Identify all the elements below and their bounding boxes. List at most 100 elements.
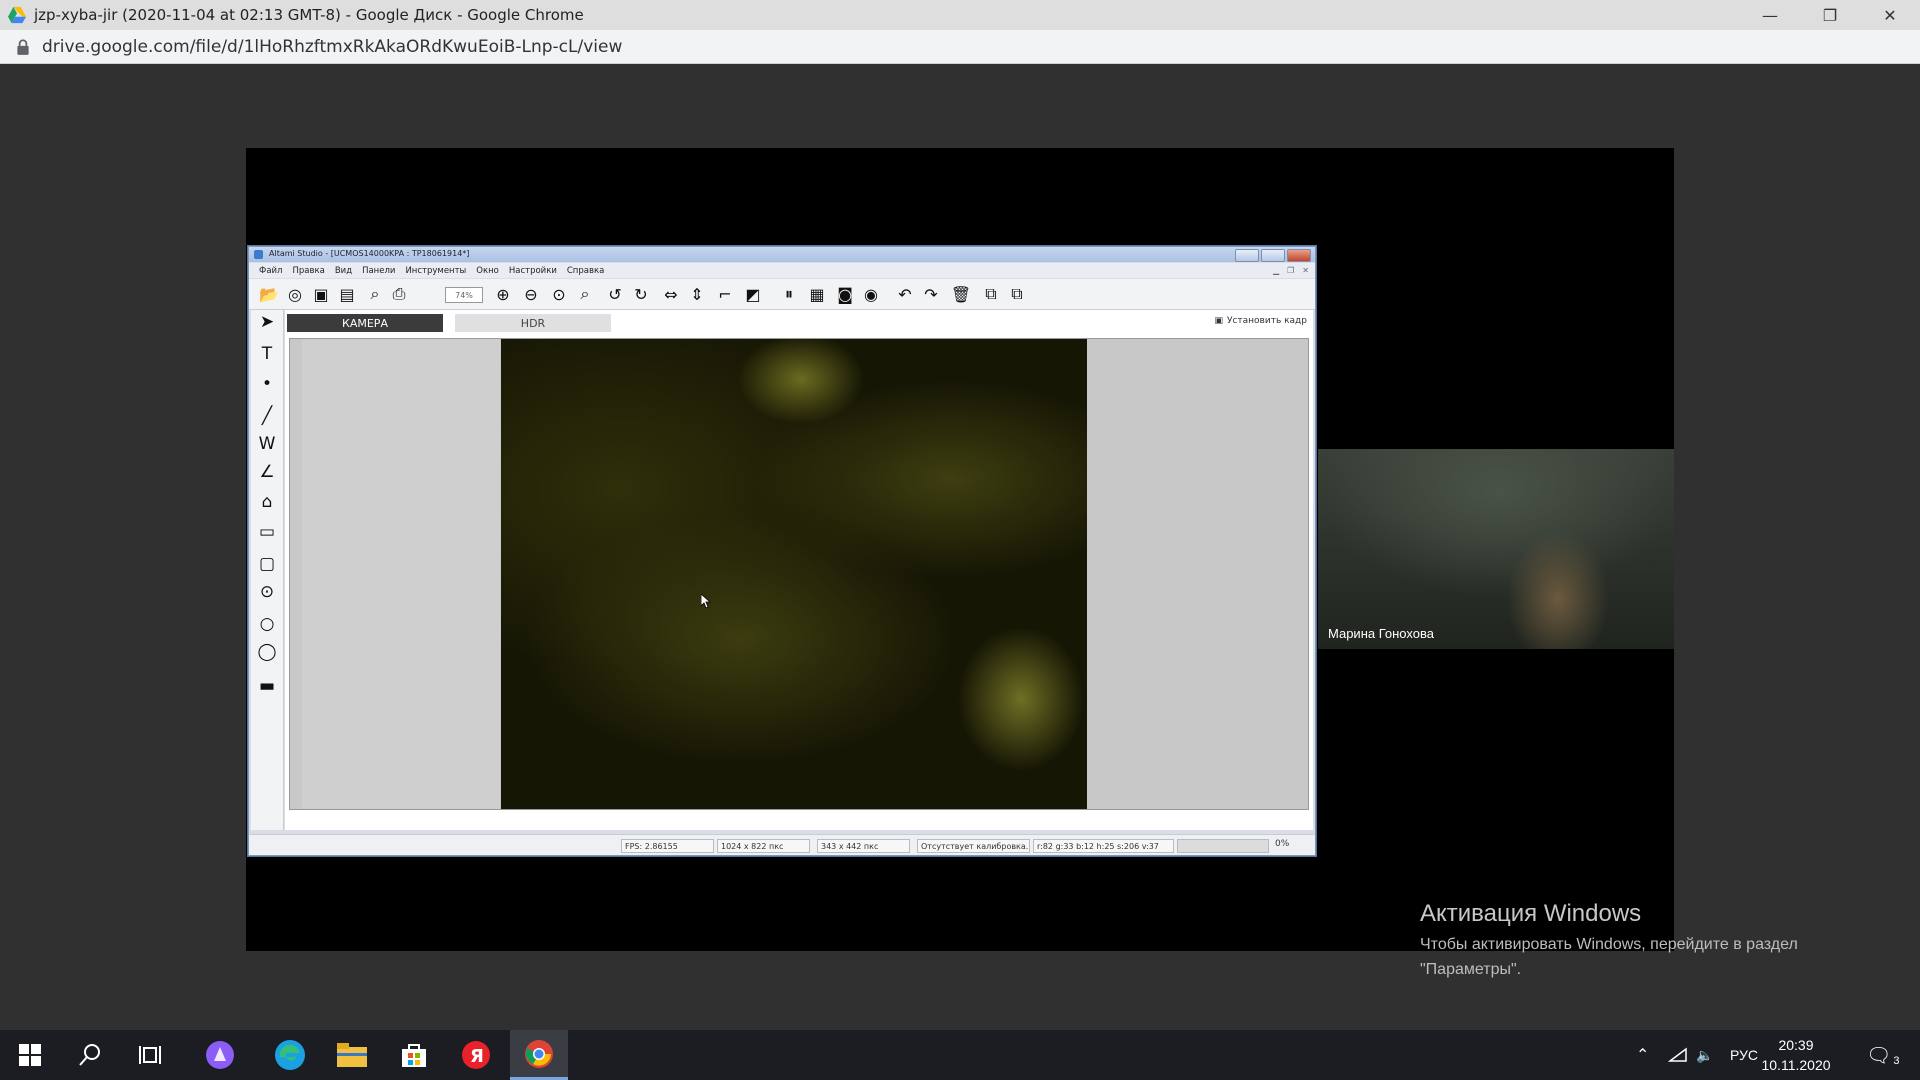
taskbar-clock[interactable]: 20:39 10.11.2020: [1752, 1035, 1840, 1075]
altami-status-bar: FPS: 2.86155 1024 x 822 пкс 343 x 442 пк…: [249, 834, 1315, 855]
line-tool-icon: ╱: [261, 406, 273, 426]
status-color: r:82 g:33 b:12 h:25 s:206 v:37: [1033, 839, 1174, 853]
store-icon: [402, 1044, 426, 1067]
save-frame-icon: ▣: [1214, 316, 1223, 326]
set-frame-button: ▣ Установить кадр: [1214, 316, 1307, 326]
altami-app-icon: [254, 250, 263, 259]
chrome-taskbar-button[interactable]: [510, 1030, 568, 1080]
video-record-icon: ▦: [809, 284, 825, 304]
volume-icon[interactable]: 🔈: [1696, 1030, 1713, 1080]
tray-overflow[interactable]: ⌃: [1636, 1030, 1649, 1080]
close-button[interactable]: ✕: [1860, 0, 1920, 30]
mdi-close-icon: ✕: [1302, 266, 1309, 275]
altami-title-bar: Altami Studio - [UCMOS14000KPA : TP18061…: [249, 247, 1315, 262]
zoom-fit-icon: ⊙: [552, 284, 566, 304]
notification-center-button[interactable]: 🗨 3: [1866, 1030, 1900, 1080]
tab-hdr: HDR: [455, 314, 611, 332]
redo-icon: ↷: [924, 284, 938, 304]
file-explorer-icon: [337, 1043, 367, 1067]
tab-camera: КАМЕРА: [287, 314, 443, 332]
store-button[interactable]: [386, 1030, 442, 1080]
altami-main-area: КАМЕРА HDR ▣ Установить кадр: [285, 310, 1313, 830]
activation-title: Активация Windows: [1420, 900, 1642, 927]
edge-button[interactable]: [262, 1030, 318, 1080]
flip-vertical-icon: ⇕: [690, 284, 704, 304]
menu-view: Вид: [334, 265, 353, 276]
start-icon: [19, 1044, 41, 1066]
zoom-actual-icon: ⌕: [580, 284, 590, 303]
flip-horizontal-icon: ⇔: [664, 284, 678, 304]
camera-canvas: [289, 338, 1309, 810]
wifi-icon: [1668, 1047, 1687, 1062]
point-tool-icon: •: [261, 374, 273, 394]
microscope-image: [501, 339, 1087, 809]
clock-time: 20:39: [1778, 1037, 1814, 1053]
menu-edit: Правка: [292, 265, 325, 276]
yandex-browser-button[interactable]: Я: [448, 1030, 504, 1080]
menu-file: Файл: [259, 265, 283, 276]
altami-menu-bar: Файл Правка Вид Панели Инструменты Окно …: [249, 263, 1315, 278]
adjust-icon: ◩: [745, 284, 761, 304]
altami-title: Altami Studio - [UCMOS14000KPA : TP18061…: [269, 249, 470, 258]
task-view-button[interactable]: [122, 1030, 178, 1080]
altami-maximize-button: [1261, 249, 1285, 262]
mouse-cursor-icon: [701, 594, 711, 608]
open-camera-icon: ◎: [288, 284, 302, 304]
altami-drawing-tools: ➤ T • ╱ W ∠ ⌂ ▭ ▢ ⊙ ○ ◯ ▬: [251, 310, 284, 830]
undo-icon: ↶: [898, 284, 912, 304]
menu-panels: Панели: [362, 265, 396, 276]
altami-studio-window: Altami Studio - [UCMOS14000KPA : TP18061…: [248, 246, 1316, 856]
notification-count: 3: [1893, 1055, 1900, 1067]
set-frame-label: Установить кадр: [1226, 316, 1307, 326]
altami-minimize-button: [1235, 249, 1259, 262]
save-icon: ▣: [313, 284, 329, 304]
status-calibration: Отсутствует калибровка.: [917, 839, 1030, 853]
address-bar[interactable]: drive.google.com/file/d/1lHoRhzftmxRkAka…: [0, 30, 1920, 64]
svg-text:Я: Я: [470, 1046, 484, 1067]
network-icon[interactable]: [1668, 1030, 1688, 1080]
participant-video-tile: Марина Гонохова: [1318, 449, 1674, 649]
chevron-up-icon[interactable]: ⌃: [1636, 1045, 1649, 1065]
canvas-background: [302, 339, 500, 809]
clock-date: 10.11.2020: [1761, 1057, 1831, 1073]
window-title: jzp-xyba-jir (2020-11-04 at 02:13 GMT-8)…: [34, 6, 584, 24]
zoom-in-icon: ⊕: [496, 284, 510, 304]
browser-title-bar: jzp-xyba-jir (2020-11-04 at 02:13 GMT-8)…: [0, 0, 1920, 30]
status-resolution: 1024 x 822 пкс: [717, 839, 810, 853]
zoom-out-icon: ⊖: [524, 284, 538, 304]
angle-tool-icon: ∠: [259, 462, 275, 482]
menu-window: Окно: [476, 265, 499, 276]
menu-settings: Настройки: [508, 265, 557, 276]
alice-button[interactable]: [192, 1030, 248, 1080]
restore-button[interactable]: ❐: [1800, 0, 1860, 30]
polygon-tool-icon: ⌂: [261, 492, 273, 512]
start-button[interactable]: [2, 1030, 58, 1080]
minimize-button[interactable]: —: [1740, 0, 1800, 30]
menu-help: Справка: [566, 265, 605, 276]
mdi-minimize-icon: ▁: [1272, 266, 1280, 275]
notification-icon: 🗨: [1866, 1044, 1892, 1067]
delete-icon: 🗑: [950, 284, 972, 304]
task-view-icon: [139, 1046, 161, 1064]
status-fps: FPS: 2.86155: [621, 839, 714, 853]
print-preview-icon: ⌕: [370, 284, 380, 303]
rotate-right-icon: ↻: [634, 284, 648, 304]
url-text[interactable]: drive.google.com/file/d/1lHoRhzftmxRkAka…: [42, 37, 622, 57]
center-circle-tool-icon: ⊙: [259, 582, 275, 602]
activation-line-2: "Параметры".: [1420, 961, 1522, 978]
yandex-browser-icon: Я: [462, 1041, 490, 1069]
progress-percent: 0%: [1275, 839, 1290, 849]
file-explorer-button[interactable]: [324, 1030, 380, 1080]
timelapse-icon: ◉: [864, 284, 878, 304]
search-button[interactable]: [62, 1030, 118, 1080]
ruler-tool-icon: ▬: [258, 676, 276, 696]
google-drive-icon: [8, 6, 26, 24]
windows-activation-watermark: Активация Windows Чтобы активировать Win…: [1420, 900, 1798, 982]
pause-icon: ⏸: [784, 284, 793, 303]
lock-icon[interactable]: [14, 38, 32, 56]
edge-icon: [275, 1040, 305, 1070]
circle-tool-icon: ○: [259, 614, 275, 634]
snapshot-icon: ◙: [837, 284, 853, 304]
crop-icon: ⌐: [718, 284, 732, 304]
altami-toolbar: 📂 ◎ ▣ ▤ ⌕ ⎙ 74% ⊕ ⊖ ⊙ ⌕ ↺ ↻ ⇔ ⇕ ⌐ ◩ ⏸ ▦ …: [249, 279, 1315, 310]
